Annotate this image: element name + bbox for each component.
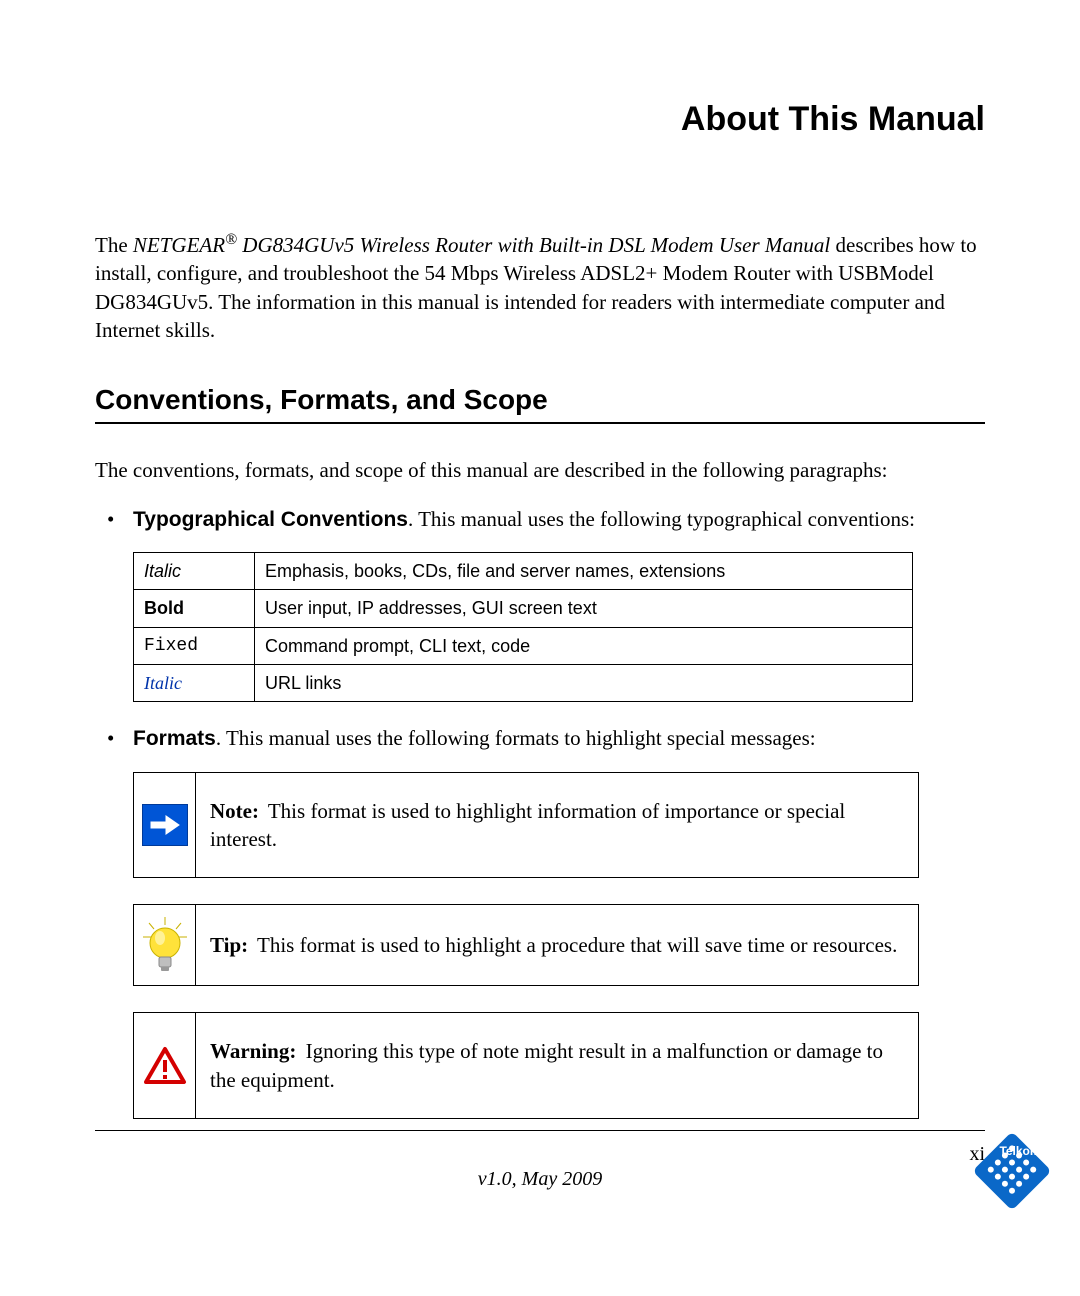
logo-text: Telkom xyxy=(999,1144,1040,1158)
table-row: ItalicEmphasis, books, CDs, file and ser… xyxy=(134,553,913,590)
bullet-lead: Formats xyxy=(133,727,216,750)
conventions-table: ItalicEmphasis, books, CDs, file and ser… xyxy=(133,552,913,702)
warning-triangle-icon xyxy=(143,1046,187,1086)
intro-paragraph: The NETGEAR® DG834GUv5 Wireless Router w… xyxy=(95,229,985,344)
warning-text: Warning: Ignoring this type of note migh… xyxy=(196,1013,918,1118)
convention-label: Italic xyxy=(134,553,255,590)
callout-body: This format is used to highlight a proce… xyxy=(252,933,897,957)
product-name: NETGEAR® DG834GUv5 Wireless Router with … xyxy=(133,233,830,257)
document-page: About This Manual The NETGEAR® DG834GUv5… xyxy=(0,0,1080,1296)
tip-icon-cell xyxy=(134,905,196,985)
section-heading: Conventions, Formats, and Scope xyxy=(95,384,985,424)
callout-label: Warning: xyxy=(210,1039,296,1063)
convention-desc: Emphasis, books, CDs, file and server na… xyxy=(255,553,913,590)
warning-icon-cell xyxy=(134,1013,196,1118)
lead-paragraph: The conventions, formats, and scope of t… xyxy=(95,456,985,484)
callout-label: Note: xyxy=(210,799,259,823)
convention-label: Fixed xyxy=(134,627,255,664)
bullet-typographical: Typographical Conventions. This manual u… xyxy=(125,505,985,703)
bullet-lead: Typographical Conventions xyxy=(133,508,408,531)
tip-callout: Tip: This format is used to highlight a … xyxy=(133,904,919,986)
convention-label: Italic xyxy=(134,664,255,701)
table-row: BoldUser input, IP addresses, GUI screen… xyxy=(134,590,913,627)
bullet-formats: Formats. This manual uses the following … xyxy=(125,724,985,1119)
convention-desc: Command prompt, CLI text, code xyxy=(255,627,913,664)
intro-pre: The xyxy=(95,233,133,257)
lightbulb-icon xyxy=(139,915,191,975)
tip-text: Tip: This format is used to highlight a … xyxy=(196,905,918,985)
arrow-right-icon xyxy=(142,804,188,846)
note-icon-cell xyxy=(134,773,196,878)
warning-callout: Warning: Ignoring this type of note migh… xyxy=(133,1012,919,1119)
version-text: v1.0, May 2009 xyxy=(0,1168,1080,1191)
callout-body: Ignoring this type of note might result … xyxy=(210,1039,883,1091)
table-row: ItalicURL links xyxy=(134,664,913,701)
callout-body: This format is used to highlight informa… xyxy=(210,799,845,851)
bullet-rest: . This manual uses the following formats… xyxy=(216,726,816,750)
footer-rule xyxy=(95,1130,985,1131)
note-callout: Note: This format is used to highlight i… xyxy=(133,772,919,879)
callout-label: Tip: xyxy=(210,933,248,957)
note-text: Note: This format is used to highlight i… xyxy=(196,773,918,878)
bullet-rest: . This manual uses the following typogra… xyxy=(408,507,915,531)
convention-desc: URL links xyxy=(255,664,913,701)
convention-desc: User input, IP addresses, GUI screen tex… xyxy=(255,590,913,627)
table-row: FixedCommand prompt, CLI text, code xyxy=(134,627,913,664)
bullet-list: Typographical Conventions. This manual u… xyxy=(95,505,985,1119)
telkom-logo: Telkom xyxy=(962,1121,1062,1221)
page-title: About This Manual xyxy=(95,100,985,139)
registered-mark: ® xyxy=(225,231,237,248)
convention-label: Bold xyxy=(134,590,255,627)
